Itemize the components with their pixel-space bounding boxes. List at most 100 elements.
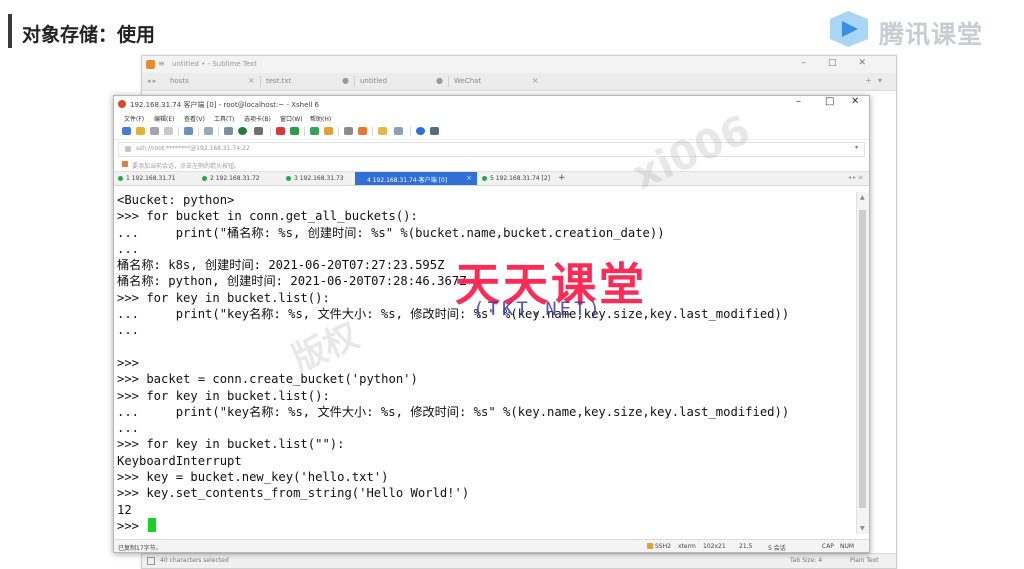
title-accent-bar	[8, 14, 12, 48]
keyboard-icon[interactable]	[344, 127, 353, 135]
connected-dot-icon	[286, 176, 291, 181]
close-icon[interactable]: ×	[532, 76, 539, 85]
tab-nav-arrows-icon[interactable]: ◂ ▸	[147, 77, 156, 85]
sublime-tab-bar: ◂ ▸ hosts × test.txt ● untitled ● WeChat…	[142, 73, 896, 91]
close-window-icon[interactable]: ✕	[851, 96, 859, 107]
sublime-tab-untitled[interactable]: untitled	[360, 77, 387, 85]
session-tab-5[interactable]: 5 192.168.31.74 [2]	[478, 172, 558, 185]
play-logo-icon	[830, 11, 868, 47]
chevron-down-icon[interactable]: ▾	[855, 144, 858, 151]
tab-scroll-arrows-icon[interactable]: ◂ ▸ ≡	[848, 174, 863, 181]
scrollbar-thumb[interactable]	[859, 210, 866, 508]
terminal-line: ...	[117, 323, 140, 338]
terminal-scrollbar[interactable]: ▲ ▼	[856, 192, 869, 534]
terminal-output[interactable]: <Bucket: python> >>> for bucket in conn.…	[114, 192, 854, 534]
session-tab-2[interactable]: 2 192.168.31.72	[198, 172, 280, 185]
menu-tools[interactable]: 工具(T)	[214, 114, 234, 123]
toolbar-separator	[218, 127, 219, 136]
address-text[interactable]: ssh://root:********@192.168.31.74:22	[136, 145, 250, 152]
terminal-line: >>> for key in bucket.list(""):	[117, 437, 345, 452]
address-bar[interactable]: ssh://root:********@192.168.31.74:22 ▾	[118, 142, 865, 157]
tab-size-status[interactable]: Tab Size: 4	[790, 557, 822, 564]
font-icon[interactable]	[254, 127, 263, 135]
globe-icon[interactable]	[238, 127, 247, 135]
sublime-tab-test[interactable]: test.txt	[266, 77, 291, 85]
session-tab-label: 5 192.168.31.74 [2]	[490, 175, 551, 182]
connected-dot-icon	[202, 176, 207, 181]
session-tab-label: 3 192.168.31.73	[294, 175, 344, 182]
connected-dot-icon	[482, 176, 487, 181]
session-tab-label: 2 192.168.31.72	[210, 175, 260, 182]
fullscreen-icon[interactable]	[310, 127, 319, 135]
terminal-cursor	[148, 517, 157, 532]
modified-dot-icon[interactable]: ●	[342, 76, 349, 85]
menu-edit[interactable]: 编辑(E)	[154, 114, 174, 123]
help-icon[interactable]	[416, 127, 425, 135]
folder-icon[interactable]	[378, 127, 387, 135]
session-arrow-icon[interactable]	[122, 161, 128, 167]
xshell-toolbar	[114, 124, 869, 140]
num-status: NUM	[840, 543, 855, 550]
size-status: 102x21	[703, 543, 726, 550]
close-tab-icon[interactable]: ×	[466, 174, 472, 182]
menu-window[interactable]: 窗口(W)	[280, 114, 303, 123]
lock-icon[interactable]	[324, 127, 333, 135]
modified-dot-icon[interactable]: ●	[436, 76, 443, 85]
xftp-icon[interactable]	[276, 127, 285, 135]
panel-toggle-icon[interactable]	[147, 557, 155, 565]
chat-icon[interactable]	[430, 127, 439, 135]
terminal-line: >>> backet = conn.create_bucket('python'…	[117, 372, 418, 387]
terminal-line: >>> for key in bucket.list():	[117, 388, 330, 403]
reconnect-icon[interactable]	[164, 127, 173, 135]
scroll-up-icon[interactable]: ▲	[860, 194, 865, 201]
menu-file[interactable]: 文件(F)	[124, 114, 144, 123]
session-tab-3[interactable]: 3 192.168.31.73	[282, 172, 354, 185]
sublime-tab-hosts[interactable]: hosts	[170, 77, 189, 85]
terminal-line: ... print("桶名称: %s, 创建时间: %s" %(bucket.n…	[117, 225, 665, 240]
new-tab-icon[interactable]: +	[558, 173, 566, 183]
session-tab-label: 1 192.168.31.71	[126, 175, 176, 182]
properties-icon[interactable]	[184, 127, 193, 135]
hamburger-icon[interactable]: ≡	[158, 59, 165, 68]
terminal-line: 桶名称: python, 创建时间: 2021-06-20T07:28:46.3…	[117, 274, 467, 289]
disconnect-icon[interactable]	[150, 127, 159, 135]
terminal-line: ... print("key名称: %s, 文件大小: %s, 修改时间: %s…	[117, 404, 790, 419]
copy-status: 已复制17字节。	[118, 545, 162, 552]
terminal-line: ... print("key名称: %s, 文件大小: %s, 修改时间: %s…	[117, 307, 790, 322]
terminal-line: >>> for key in bucket.list():	[117, 290, 330, 305]
xshell-transfer-icon[interactable]	[290, 127, 299, 135]
term-status: xterm	[678, 543, 696, 550]
session-tab-1[interactable]: 1 192.168.31.71	[114, 172, 196, 185]
open-folder-icon[interactable]	[136, 127, 145, 135]
menu-tabs[interactable]: 选项卡(B)	[244, 114, 271, 123]
sessions-status: 5 会话	[768, 545, 786, 552]
sublime-tab-wechat[interactable]: WeChat	[454, 77, 481, 85]
session-tab-bar: 1 192.168.31.71 2 192.168.31.72 3 192.16…	[114, 171, 869, 186]
address-lock-icon	[125, 146, 131, 152]
maximize-icon[interactable]: □	[825, 96, 834, 107]
scroll-down-icon[interactable]: ▼	[860, 525, 865, 532]
minimize-icon[interactable]: –	[796, 96, 801, 107]
xshell-window: 192.168.31.74 客户端 [0] - root@localhost:~…	[113, 95, 870, 553]
cursor-pos-status: 21,5	[739, 543, 753, 550]
terminal-prompt-line[interactable]: >>>	[114, 517, 854, 534]
new-tab-icon[interactable]: +▾	[865, 76, 888, 85]
xshell-menubar: 文件(F) 编辑(E) 查看(V) 工具(T) 选项卡(B) 窗口(W) 帮助(…	[114, 112, 869, 124]
terminal-line: <Bucket: python>	[117, 193, 235, 207]
terminal-line: ...	[117, 421, 140, 436]
menu-help[interactable]: 帮助(H)	[310, 114, 331, 123]
sublime-window-controls[interactable]: –□✕	[801, 58, 888, 68]
sublime-app-icon	[146, 60, 155, 69]
sublime-statusbar: 40 characters selected Tab Size: 4 Plain…	[142, 553, 896, 568]
find-icon[interactable]	[204, 127, 213, 135]
syntax-status[interactable]: Plain Text	[850, 557, 878, 564]
session-tab-4[interactable]: 4 192.168.31.74-客户端 [0] ×	[355, 172, 477, 185]
close-icon[interactable]: ×	[248, 76, 255, 85]
new-session-icon[interactable]	[122, 127, 131, 135]
copy-icon[interactable]	[224, 127, 233, 135]
toolbar-separator	[338, 127, 339, 136]
script-icon[interactable]	[358, 127, 367, 135]
layout-icon[interactable]	[394, 127, 403, 135]
menu-view[interactable]: 查看(V)	[184, 114, 205, 123]
tencent-classroom-logo: 腾讯课堂	[826, 9, 1006, 49]
